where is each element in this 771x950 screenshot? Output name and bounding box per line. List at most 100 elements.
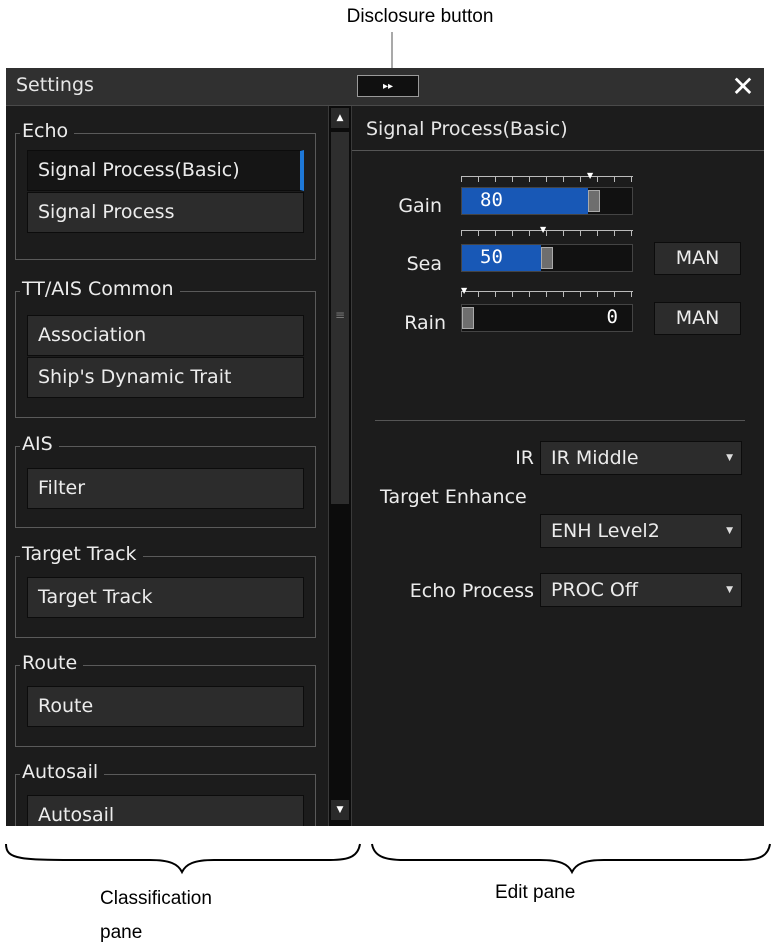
group-autosail: Autosail Autosail — [15, 761, 316, 826]
group-label-ais: AIS — [20, 433, 59, 455]
scroll-up-icon[interactable]: ▲ — [331, 108, 349, 128]
classification-brace — [5, 843, 361, 875]
category-signal-process-basic[interactable]: Signal Process(Basic) — [27, 150, 304, 191]
classification-pane: Echo Signal Process(Basic) Signal Proces… — [6, 106, 328, 826]
scale-tick — [563, 231, 564, 236]
edit-brace — [371, 843, 771, 875]
ir-chevron-down-icon: ▼ — [726, 453, 733, 463]
settings-window: Settings ▸▸ ✕ Echo Signal Process(Basic)… — [6, 68, 764, 826]
disclosure-button[interactable]: ▸▸ — [357, 75, 419, 97]
rain-man-button[interactable]: MAN — [654, 302, 741, 335]
category-ships-dynamic-trait[interactable]: Ship's Dynamic Trait — [27, 357, 304, 398]
echo-process-value: PROC Off — [551, 579, 638, 601]
window-title: Settings — [16, 74, 94, 96]
group-label-tt-ais-common: TT/AIS Common — [20, 278, 180, 300]
group-label-route: Route — [20, 652, 84, 674]
scale-tick — [580, 231, 581, 236]
scale-tick — [478, 177, 479, 182]
target-enhance-dropdown[interactable]: ENH Level2 ▼ — [540, 514, 742, 548]
category-route[interactable]: Route — [27, 686, 304, 727]
group-label-echo: Echo — [20, 120, 75, 142]
sea-slider[interactable]: 50 — [461, 244, 633, 272]
target-enhance-chevron-down-icon: ▼ — [726, 526, 733, 536]
edit-divider — [375, 420, 745, 421]
rain-value: 0 — [606, 306, 618, 328]
scale-tick — [614, 292, 615, 297]
ir-label: IR — [515, 447, 534, 469]
edit-pane-title: Signal Process(Basic) — [366, 118, 568, 140]
scale-tick — [461, 177, 462, 182]
scale-tick — [495, 231, 496, 236]
scale-tick — [597, 231, 598, 236]
close-icon[interactable]: ✕ — [728, 72, 758, 102]
target-enhance-value: ENH Level2 — [551, 520, 660, 542]
scale-tick — [546, 231, 547, 236]
scroll-thumb[interactable]: ≡ — [331, 132, 349, 504]
edit-pane: Signal Process(Basic) ▼ Gain 80 ▼ Sea 50… — [352, 106, 764, 826]
scale-tick — [529, 292, 530, 297]
sea-value: 50 — [480, 246, 503, 268]
classification-annotation-line2: pane — [100, 922, 143, 943]
rain-scale: ▼ — [461, 286, 633, 300]
scale-tick — [631, 177, 632, 182]
scale-tick — [546, 292, 547, 297]
disclosure-button-annotation: Disclosure button — [346, 6, 494, 27]
title-bar: Settings ▸▸ ✕ — [6, 68, 764, 106]
scale-tick — [631, 292, 632, 297]
classification-pane-annotation: Classification pane — [100, 882, 260, 950]
scale-tick — [563, 177, 564, 182]
title-divider — [352, 150, 764, 151]
scale-tick — [512, 231, 513, 236]
gain-value: 80 — [480, 189, 503, 211]
scale-tick — [478, 231, 479, 236]
rain-slider-knob[interactable] — [462, 307, 474, 329]
scale-tick — [563, 292, 564, 297]
sea-slider-knob[interactable] — [541, 247, 553, 269]
gain-slider[interactable]: 80 — [461, 187, 633, 215]
echo-process-dropdown[interactable]: PROC Off ▼ — [540, 573, 742, 607]
sea-scale: ▼ — [461, 225, 633, 239]
group-echo: Echo Signal Process(Basic) Signal Proces… — [15, 120, 316, 260]
scale-tick — [495, 177, 496, 182]
sea-label: Sea — [406, 253, 442, 275]
pane-braces — [5, 843, 771, 875]
scale-tick — [580, 177, 581, 182]
scale-tick — [512, 177, 513, 182]
scroll-down-icon[interactable]: ▼ — [331, 800, 349, 820]
gain-marker-icon: ▼ — [587, 171, 594, 180]
group-label-autosail: Autosail — [20, 761, 105, 783]
rain-label: Rain — [404, 312, 446, 334]
sea-man-button[interactable]: MAN — [654, 242, 741, 275]
scale-tick — [614, 177, 615, 182]
scale-tick — [461, 292, 462, 297]
category-signal-process[interactable]: Signal Process — [27, 192, 304, 233]
group-target-track: Target Track Target Track — [15, 543, 316, 638]
rain-slider[interactable]: 0 — [461, 304, 633, 332]
scroll-grip-icon: ≡ — [334, 308, 346, 322]
group-tt-ais-common: TT/AIS Common Association Ship's Dynamic… — [15, 278, 316, 418]
ir-dropdown[interactable]: IR Middle ▼ — [540, 441, 742, 475]
scale-tick — [580, 292, 581, 297]
gain-label: Gain — [398, 195, 442, 217]
gain-slider-knob[interactable] — [588, 190, 600, 212]
target-enhance-label: Target Enhance — [380, 486, 527, 508]
category-autosail[interactable]: Autosail — [27, 795, 304, 826]
scale-tick — [529, 177, 530, 182]
category-filter[interactable]: Filter — [27, 468, 304, 509]
group-route: Route Route — [15, 652, 316, 747]
scale-tick — [529, 231, 530, 236]
scale-tick — [614, 231, 615, 236]
echo-process-chevron-down-icon: ▼ — [726, 585, 733, 595]
classification-annotation-line1: Classification — [100, 888, 212, 909]
scale-tick — [512, 292, 513, 297]
scale-tick — [597, 292, 598, 297]
ir-value: IR Middle — [551, 447, 639, 469]
gain-scale: ▼ — [461, 171, 633, 185]
group-ais: AIS Filter — [15, 433, 316, 528]
classification-scrollbar[interactable]: ▲ ≡ ▼ — [328, 106, 352, 826]
scale-tick — [546, 177, 547, 182]
category-target-track[interactable]: Target Track — [27, 577, 304, 618]
scale-tick — [495, 292, 496, 297]
category-association[interactable]: Association — [27, 315, 304, 356]
edit-pane-annotation: Edit pane — [495, 882, 576, 903]
